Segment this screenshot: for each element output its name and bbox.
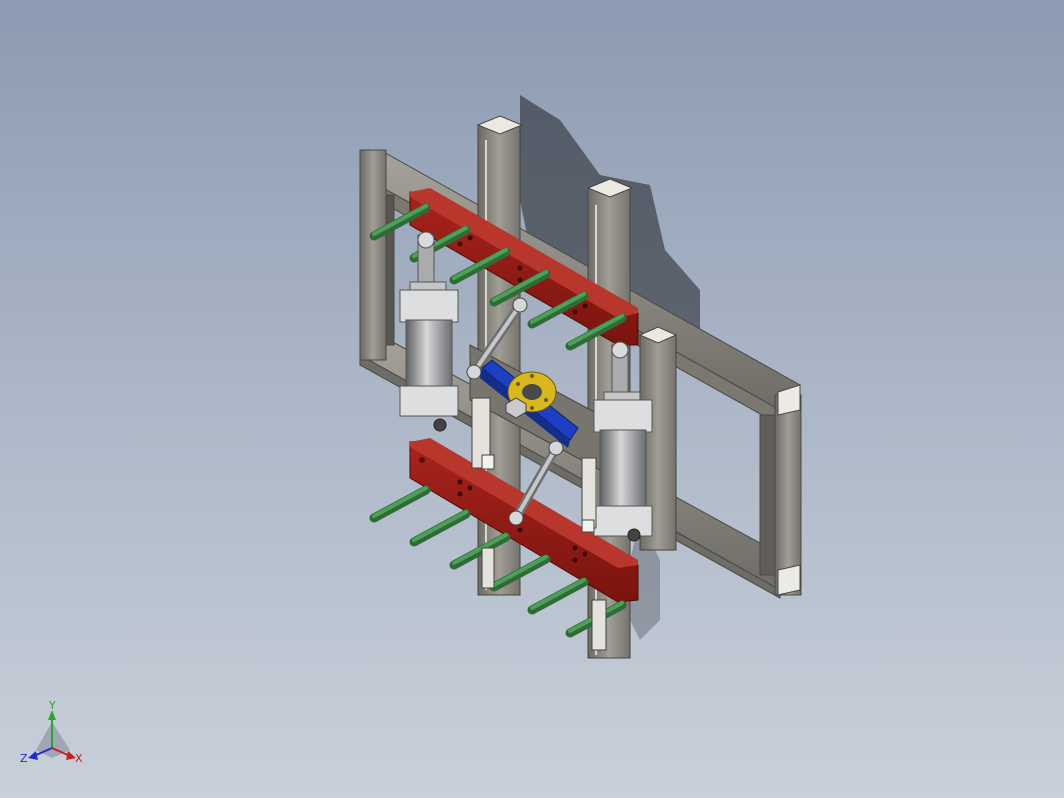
frame-left-post: [359, 149, 387, 361]
x-axis-label: X: [75, 752, 83, 765]
frame-right-post-inner: [759, 414, 776, 576]
frame-left-post-inner: [385, 194, 395, 346]
left-pneumatic-cylinder[interactable]: [399, 231, 459, 432]
y-axis-label: Y: [48, 700, 56, 712]
frame-right-post: [774, 394, 802, 596]
z-axis-label: Z: [20, 752, 28, 765]
tube-opening-right-bottom: [777, 564, 801, 596]
orientation-triad[interactable]: Y X Z: [18, 700, 88, 770]
cad-model[interactable]: [0, 0, 1064, 798]
graphics-viewport[interactable]: Y X Z: [0, 0, 1064, 798]
